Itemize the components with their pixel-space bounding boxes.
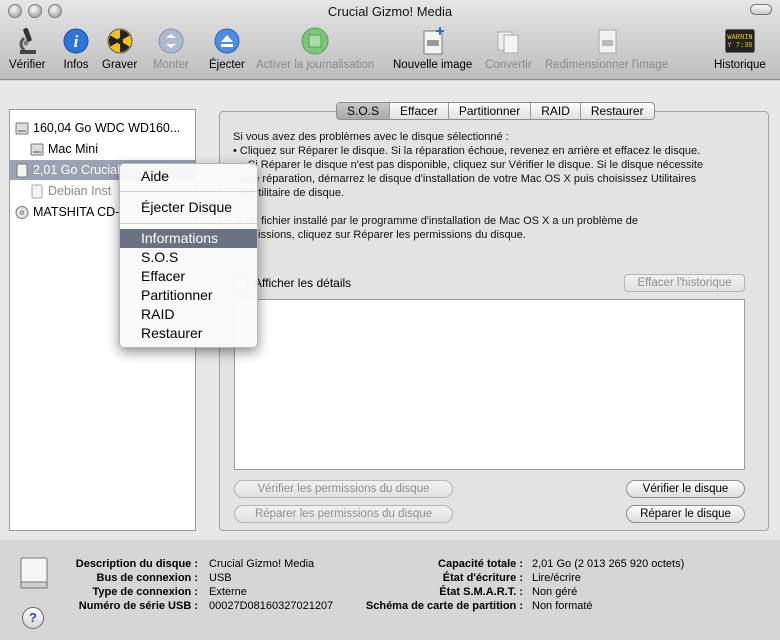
description-label: Description du disque : (75, 558, 198, 570)
capacity-label: Capacité totale : (438, 558, 523, 570)
serial-value: 00027D08160327021207 (209, 600, 334, 612)
repair-disk-button[interactable]: Réparer le disque (626, 505, 745, 523)
log-output-area[interactable] (234, 299, 745, 470)
serial-label: Numéro de série USB : (78, 600, 198, 612)
journal-icon (300, 26, 330, 56)
volume-icon (30, 143, 44, 155)
info-toolbar-button[interactable]: i Infos (61, 26, 91, 71)
help-button[interactable]: ? (22, 607, 44, 629)
instructions-line: • Si Réparer le disque n'est pas disponi… (241, 159, 704, 171)
mount-toolbar-button[interactable]: Monter (153, 26, 189, 71)
smart-status-label: État S.M.A.R.T. : (439, 586, 523, 598)
console-log-icon: WARNIN Y 7:36 (724, 26, 755, 56)
external-drive-icon (20, 557, 48, 589)
show-details-label: Afficher les détails (254, 276, 352, 290)
window-toolbar: Crucial Gizmo! Media Vérifier i Infos Gr… (0, 0, 780, 80)
svg-text:WARNIN: WARNIN (727, 34, 752, 42)
svg-text:i: i (74, 32, 79, 51)
new-image-icon (418, 26, 448, 56)
burn-toolbar-label: Graver (102, 59, 138, 71)
menu-item-raid[interactable]: RAID (120, 305, 257, 324)
toolbar-toggle-button[interactable] (750, 4, 772, 15)
menu-item-first-aid[interactable]: S.O.S (120, 248, 257, 267)
burn-radiation-icon (105, 26, 135, 56)
history-toolbar-label: Historique (714, 59, 766, 71)
instructions-line: • Cliquez sur Réparer le disque. Si la r… (233, 145, 701, 157)
bus-value: USB (209, 572, 232, 584)
partition-scheme-value: Non formaté (532, 600, 593, 612)
eject-toolbar-label: Éjecter (209, 59, 245, 71)
tab-erase[interactable]: Effacer (390, 103, 449, 119)
verify-toolbar-button[interactable]: Vérifier (9, 26, 45, 71)
new-image-toolbar-label: Nouvelle image (393, 59, 473, 71)
disk-list-item-label: Mac Mini (48, 142, 99, 156)
description-value: Crucial Gizmo! Media (209, 558, 315, 570)
menu-item-help[interactable]: Aide (120, 167, 257, 186)
new-image-toolbar-button[interactable]: Nouvelle image (393, 26, 472, 71)
menu-separator (120, 191, 257, 192)
instructions-line: > Utilitaire de disque. (241, 187, 345, 199)
capacity-value: 2,01 Go (2 013 265 920 octets) (532, 558, 685, 570)
verify-toolbar-label: Vérifier (9, 59, 46, 71)
write-status-value: Lire/écrire (532, 572, 581, 584)
convert-icon (493, 26, 523, 56)
verify-disk-button[interactable]: Vérifier le disque (626, 480, 745, 498)
disk-info-footer: ? Description du disque : Crucial Gizmo!… (0, 540, 780, 640)
partition-scheme-label: Schéma de carte de partition : (365, 600, 523, 612)
instructions-line: une réparation, démarrez le disque d'ins… (241, 173, 697, 185)
external-drive-icon (16, 163, 28, 177)
microscope-icon (12, 26, 42, 56)
info-toolbar-label: Infos (63, 59, 89, 71)
menu-item-eject[interactable]: Éjecter Disque (120, 198, 257, 217)
resize-image-toolbar-button[interactable]: Redimensionner l'image (545, 26, 668, 71)
volume-icon (31, 184, 43, 198)
instructions-line: Si un fichier installé par le programme … (233, 215, 639, 227)
tab-bar: S.O.S Effacer Partitionner RAID Restaure… (336, 102, 655, 120)
disk-list-item[interactable]: 160,04 Go WDC WD160... (10, 118, 195, 138)
eject-icon (212, 26, 242, 56)
convert-toolbar-button[interactable]: Convertir (485, 26, 532, 71)
instructions-line: permissions, cliquez sur Réparer les per… (233, 229, 526, 241)
optical-drive-icon (15, 205, 29, 219)
info-icon: i (61, 26, 91, 56)
tab-raid[interactable]: RAID (531, 103, 581, 119)
convert-toolbar-label: Convertir (485, 59, 532, 71)
smart-status-value: Non géré (532, 586, 578, 598)
connection-type-label: Type de connexion : (92, 586, 198, 598)
disk-list-item[interactable]: Mac Mini (10, 139, 195, 159)
menu-item-information[interactable]: Informations (120, 229, 257, 248)
menu-item-partition[interactable]: Partitionner (120, 286, 257, 305)
history-toolbar-button[interactable]: WARNIN Y 7:36 Historique (714, 26, 766, 71)
disk-list-item-label: Debian Inst (48, 184, 112, 198)
verify-permissions-button[interactable]: Vérifier les permissions du disque (234, 480, 453, 498)
disk-list-item-label: MATSHITA CD- (33, 205, 120, 219)
mount-toolbar-label: Monter (153, 59, 189, 71)
context-menu: Aide Éjecter Disque Informations S.O.S E… (119, 163, 258, 348)
connection-type-value: Externe (209, 586, 247, 598)
first-aid-instructions: Si vous avez des problèmes avec le disqu… (233, 130, 753, 242)
bus-label: Bus de connexion : (96, 572, 198, 584)
resize-image-icon (592, 26, 622, 56)
eject-toolbar-button[interactable]: Éjecter (209, 26, 245, 71)
tab-partition[interactable]: Partitionner (449, 103, 532, 119)
clear-history-button[interactable]: Effacer l'historique (624, 274, 745, 292)
write-status-label: État d'écriture : (442, 572, 523, 584)
journaling-toolbar-button[interactable]: Activer la journalisation (256, 26, 374, 71)
tab-first-aid[interactable]: S.O.S (337, 103, 391, 119)
tab-restore[interactable]: Restaurer (581, 103, 654, 119)
disk-list-item-label: 160,04 Go WDC WD160... (33, 121, 181, 135)
menu-separator (120, 223, 257, 224)
burn-toolbar-button[interactable]: Graver (102, 26, 137, 71)
menu-item-restore[interactable]: Restaurer (120, 324, 257, 343)
journaling-toolbar-label: Activer la journalisation (256, 59, 375, 71)
repair-permissions-button[interactable]: Réparer les permissions du disque (234, 505, 453, 523)
resize-image-toolbar-label: Redimensionner l'image (545, 59, 669, 71)
hard-drive-icon (15, 122, 29, 134)
menu-item-erase[interactable]: Effacer (120, 267, 257, 286)
svg-text:Y 7:36: Y 7:36 (727, 42, 752, 50)
mount-icon (156, 26, 186, 56)
instructions-line: Si vous avez des problèmes avec le disqu… (233, 131, 509, 143)
window-title: Crucial Gizmo! Media (327, 4, 453, 19)
